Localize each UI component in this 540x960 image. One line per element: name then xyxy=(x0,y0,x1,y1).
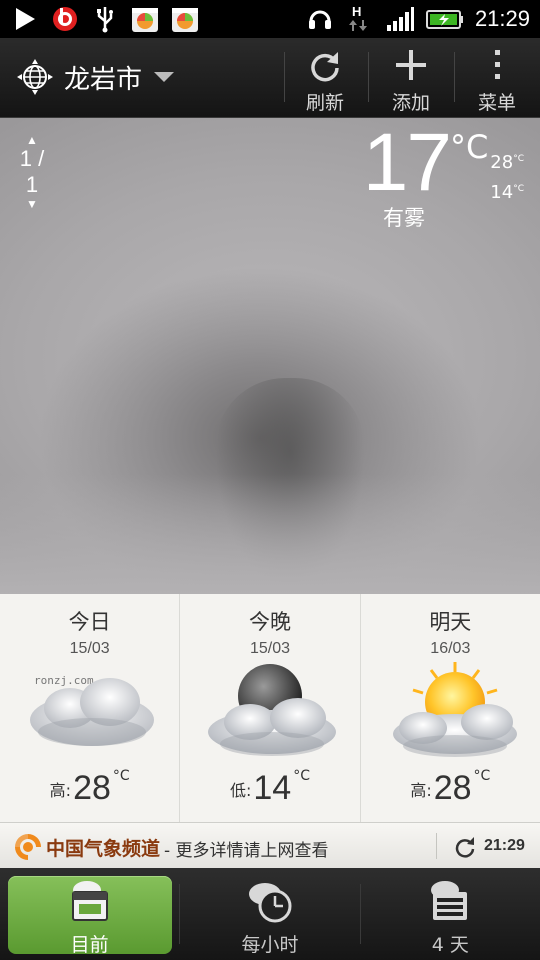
refresh-small-icon xyxy=(455,837,475,858)
forecast-temp: 高:28 °C xyxy=(361,768,540,808)
forecast-name: 明天 xyxy=(429,610,472,634)
fog-ground xyxy=(0,474,540,594)
menu-button[interactable]: 菜单 xyxy=(458,48,536,114)
forecast-day[interactable]: 今日 15/03 ronzj.com 高:28 °C xyxy=(0,594,181,822)
forecast-night[interactable]: 今晚 15/03 低:14 °C xyxy=(180,594,361,822)
forecast-temp: 低:14 °C xyxy=(180,768,359,808)
forecast-name: 今晚 xyxy=(248,610,291,634)
toolbar-divider xyxy=(284,52,285,102)
status-bar: H 21:29 xyxy=(0,0,540,38)
source-divider xyxy=(436,833,437,859)
low-temperature: 14°C xyxy=(490,176,524,206)
weather-scene[interactable]: ▲ 1 / 1 ▼ 17°C 28°C 14°C 有雾 xyxy=(0,118,540,594)
bottom-tab-bar: 目前 每小时 4 天 xyxy=(0,868,540,960)
temp-unit: °C xyxy=(293,768,310,784)
temp-value: 28 xyxy=(433,769,472,807)
menu-label: 菜单 xyxy=(477,92,516,114)
forecast-date: 15/03 xyxy=(249,640,291,657)
low-value: 14 xyxy=(490,182,514,203)
low-unit: °C xyxy=(513,184,524,194)
forecast-temp: 高:28 °C xyxy=(0,768,179,808)
refresh-label: 刷新 xyxy=(305,92,344,114)
partly-sunny-icon xyxy=(392,662,517,757)
tab-current[interactable]: 目前 xyxy=(0,868,179,960)
source-brand: 中国气象频道 xyxy=(46,838,161,860)
chevron-down-icon xyxy=(154,72,175,82)
toolbar-divider xyxy=(454,52,455,102)
temp-value: 14 xyxy=(253,769,292,807)
forecast-date: 15/03 xyxy=(69,640,110,657)
plus-icon xyxy=(396,50,426,80)
location-selector[interactable]: 龙岩市 xyxy=(16,58,176,96)
temperature-unit: °C xyxy=(449,128,489,166)
forecast-panel: 今日 15/03 ronzj.com 高:28 °C 今晚 15/03 低:14 °… xyxy=(0,594,540,822)
refresh-button[interactable]: 刷新 xyxy=(286,48,364,114)
refresh-icon xyxy=(311,52,339,82)
tab-label: 目前 xyxy=(70,934,109,956)
page-up-icon: ▲ xyxy=(26,133,38,147)
temp-value: 28 xyxy=(73,769,111,807)
source-more-info: - 更多详情请上网查看 xyxy=(164,841,329,861)
page-number: 1 / 1 xyxy=(19,146,45,197)
high-value: 28 xyxy=(490,152,514,173)
high-temperature: 28°C xyxy=(490,146,524,176)
beats-icon xyxy=(50,4,80,34)
signal-icon xyxy=(385,4,415,34)
app-notification-icon-2 xyxy=(170,4,200,34)
cloudy-icon xyxy=(30,678,154,746)
play-icon xyxy=(10,4,40,34)
add-label: 添加 xyxy=(391,92,430,114)
source-bar[interactable]: 中国气象频道 - 更多详情请上网查看 21:29 xyxy=(0,822,540,868)
tab-four-day[interactable]: 4 天 xyxy=(361,868,540,960)
calendar-cloud-icon xyxy=(71,881,108,921)
toolbar: 龙岩市 刷新 添加 菜单 xyxy=(0,38,540,118)
network-type: H xyxy=(352,4,361,19)
usb-icon xyxy=(90,4,120,34)
temp-unit: °C xyxy=(473,768,491,784)
cloudy-night-icon xyxy=(208,664,337,756)
temp-label: 高: xyxy=(410,781,432,800)
overflow-menu-icon xyxy=(495,50,500,79)
high-unit: °C xyxy=(513,154,524,164)
current-temperature-block: 17°C 28°C 14°C xyxy=(363,122,524,206)
tab-hourly[interactable]: 每小时 xyxy=(180,868,359,960)
temp-label: 低: xyxy=(229,781,252,800)
location-globe-icon xyxy=(17,59,53,95)
tab-label: 4 天 xyxy=(431,934,469,956)
battery-charging-icon xyxy=(425,4,465,34)
clock: 21:29 xyxy=(474,6,530,31)
headset-icon xyxy=(305,4,335,34)
toolbar-divider xyxy=(368,52,369,102)
page-indicator[interactable]: ▲ 1 / 1 ▼ xyxy=(12,134,52,210)
forecast-tomorrow[interactable]: 明天 16/03 高:28 °C xyxy=(361,594,540,822)
weather-channel-logo-icon xyxy=(15,834,41,860)
network-type-icon: H xyxy=(345,4,375,34)
forecast-date: 16/03 xyxy=(430,640,471,657)
current-condition: 有雾 xyxy=(383,206,425,230)
forecast-name: 今日 xyxy=(68,610,111,634)
page-down-icon: ▼ xyxy=(26,197,38,211)
app-notification-icon xyxy=(130,4,160,34)
add-location-button[interactable]: 添加 xyxy=(372,48,450,114)
tab-label: 每小时 xyxy=(241,934,299,956)
location-name: 龙岩市 xyxy=(64,64,143,95)
current-temperature: 17 xyxy=(362,118,452,208)
temp-unit: °C xyxy=(112,768,130,784)
four-day-cloud-icon xyxy=(431,881,468,920)
temp-label: 高: xyxy=(49,781,72,800)
clock-cloud-icon xyxy=(248,883,292,923)
last-updated-time: 21:29 xyxy=(484,837,525,854)
